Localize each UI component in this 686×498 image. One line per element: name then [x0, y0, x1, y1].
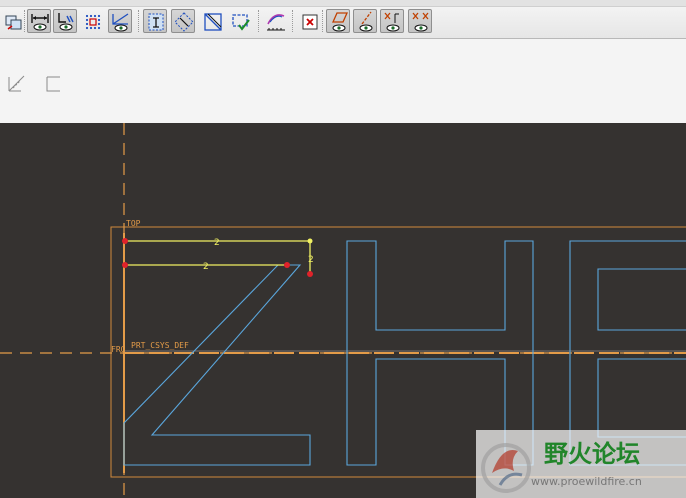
sketch-check-icon [232, 14, 250, 31]
sketch-check-button[interactable] [228, 9, 252, 33]
datum-axis-display-toggle[interactable] [353, 9, 377, 33]
csys-display-icon [412, 12, 429, 32]
sketch-canvas[interactable]: TOP PRT_CSYS_DEF FRO 2 2 2 野火论坛 www.proe… [0, 123, 686, 498]
vertex-point[interactable] [307, 271, 313, 277]
sketch-orientation-icon[interactable] [8, 75, 25, 92]
delete-icon [302, 14, 318, 30]
watermark-url: www.proewildfire.cn [531, 475, 642, 488]
toolbar-separator [322, 10, 324, 32]
delete-button[interactable] [297, 9, 321, 33]
toolbar-separator [258, 10, 260, 32]
equal-constraint-marker: 2 [214, 238, 220, 248]
datum-plane-display-icon [331, 12, 349, 32]
sketch-view-icon [267, 14, 285, 31]
vertex-point[interactable] [307, 238, 313, 244]
dimension-display-toggle[interactable] [27, 9, 51, 33]
import-button[interactable] [2, 9, 26, 33]
toolbar-separator [138, 10, 140, 32]
dimension-display-icon [31, 14, 49, 31]
toolbar-separator [24, 10, 26, 32]
watermark: 野火论坛 www.proewildfire.cn [476, 430, 686, 498]
dashboard-icons [8, 75, 60, 92]
sketch-view-button[interactable] [263, 9, 287, 33]
overlapping-geometry-icon [204, 13, 222, 31]
letter-z-outline[interactable] [123, 264, 311, 466]
csys-display-toggle[interactable] [408, 9, 432, 33]
rectangle-icon[interactable] [46, 76, 60, 92]
grid-display-toggle[interactable] [80, 9, 104, 33]
sketcher-toolbar [0, 0, 686, 39]
constraint-display-toggle[interactable] [53, 9, 77, 33]
csys-label: PRT_CSYS_DEF [131, 341, 189, 350]
datum-plane-display-toggle[interactable] [326, 9, 350, 33]
datum-point-display-icon [384, 12, 400, 32]
upper-toolbar-strip [0, 0, 686, 7]
vertex-display-icon [112, 13, 129, 32]
datum-point-display-toggle[interactable] [380, 9, 404, 33]
vertex-point[interactable] [122, 238, 128, 244]
equal-constraint-marker: 2 [308, 255, 314, 265]
watermark-title: 野火论坛 [544, 440, 640, 468]
overlapping-geometry-toggle[interactable] [200, 9, 224, 33]
constraint-display-icon [58, 13, 74, 31]
grid-display-icon [85, 14, 101, 30]
vertex-point[interactable] [122, 262, 128, 268]
top-plane-label: TOP [126, 219, 141, 228]
front-plane-label: FRO [111, 345, 126, 354]
vertex-point[interactable] [284, 262, 290, 268]
datum-axis-display-icon [359, 11, 373, 32]
sketch-graphics[interactable]: TOP PRT_CSYS_DEF FRO 2 2 2 野火论坛 www.proe… [0, 123, 686, 498]
shade-closed-loops-toggle[interactable] [143, 9, 167, 33]
toolbar-separator [292, 10, 294, 32]
dashboard-area [0, 39, 686, 123]
highlight-open-ends-icon [174, 12, 194, 32]
shade-closed-loops-icon [148, 13, 164, 31]
vertex-display-toggle[interactable] [108, 9, 132, 33]
highlight-open-ends-toggle[interactable] [171, 9, 195, 33]
equal-constraint-marker: 2 [203, 262, 209, 272]
